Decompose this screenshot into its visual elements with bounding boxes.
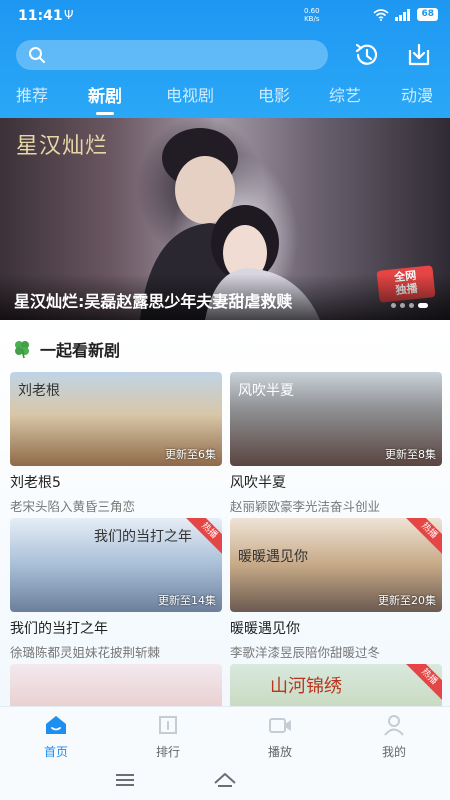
history-button[interactable] <box>352 40 382 70</box>
carousel-dot <box>391 303 396 308</box>
thumbnail-art-text: 暖暖遇见你 <box>238 549 308 565</box>
thumbnail-art-text: 刘老根 <box>18 383 60 399</box>
drama-title: 暖暖遇见你 <box>230 621 300 637</box>
wifi-icon <box>373 8 389 21</box>
carousel-dot <box>409 303 414 308</box>
system-nav-bar <box>0 762 450 800</box>
carousel-dot-active <box>418 303 428 308</box>
thumbnail-art-text: 我们的当打之年 <box>94 529 192 545</box>
clover-icon <box>15 341 29 359</box>
drama-card[interactable]: 风吹半夏 更新至8集 风吹半夏 赵丽颖欧豪李光洁奋斗创业 <box>230 372 442 515</box>
tab-recommend[interactable]: 推荐 <box>16 82 48 106</box>
menu-icon[interactable] <box>114 772 136 788</box>
banner-caption-bar: 星汉灿烂:吴磊赵露思少年夫妻甜虐救赎 <box>0 274 450 320</box>
category-tabs: 推荐 新剧 电视剧 电影 综艺 动漫 <box>0 80 450 115</box>
ranking-icon <box>159 716 177 734</box>
drama-card[interactable]: 暖暖遇见你 热播 更新至20集 暖暖遇见你 李歌洋漆昱辰陪你甜暖过冬 <box>230 518 442 661</box>
drama-description: 老宋头陷入黄昏三角恋 <box>10 499 136 514</box>
drama-title: 我们的当打之年 <box>10 621 108 637</box>
hot-badge: 热播 <box>404 664 442 702</box>
episode-badge: 更新至6集 <box>165 448 216 461</box>
download-button[interactable] <box>404 40 434 70</box>
banner-logo-text: 星汉灿烂 <box>16 134 109 159</box>
thumbnail-art-text: 山河锦绣 <box>270 676 342 697</box>
nav-profile-label: 我的 <box>381 745 406 759</box>
nav-play[interactable]: 播放 <box>240 713 320 760</box>
signal-icon <box>395 8 411 21</box>
drama-thumbnail: 暖暖遇见你 热播 更新至20集 <box>230 518 442 612</box>
nav-profile[interactable]: 我的 <box>354 713 434 760</box>
net-speed: 0.60 KB/s <box>304 7 320 23</box>
drama-thumbnail: 刘老根 更新至6集 <box>10 372 222 466</box>
net-speed-unit: KB/s <box>304 15 320 23</box>
tab-anime[interactable]: 动漫 <box>401 82 433 106</box>
episode-badge: 更新至20集 <box>378 594 436 607</box>
carousel-dot <box>400 303 405 308</box>
net-speed-value: 0.60 <box>304 7 320 15</box>
hero-banner[interactable]: 星汉灿烂 全网 独播 星汉灿烂:吴磊赵露思少年夫妻甜虐救赎 <box>0 118 450 320</box>
home-icon <box>46 716 66 734</box>
banner-caption: 星汉灿烂:吴磊赵露思少年夫妻甜虐救赎 <box>14 292 293 311</box>
nav-ranking-label: 排行 <box>155 745 180 759</box>
usb-icon: Ψ <box>64 8 74 22</box>
home-nav-icon[interactable] <box>213 771 237 789</box>
tab-new-drama[interactable]: 新剧 <box>88 82 122 115</box>
history-icon <box>355 43 378 65</box>
top-header: 11:41 Ψ 0.60 KB/s 68 推荐 新剧 电视剧 电影 综艺 动漫 <box>0 0 450 118</box>
new-drama-section: 一起看新剧 刘老根 更新至6集 刘老根5 老宋头陷入黄昏三角恋 风吹半夏 更新至… <box>0 320 450 758</box>
episode-badge: 更新至14集 <box>158 594 216 607</box>
nav-play-label: 播放 <box>267 745 292 759</box>
drama-thumbnail: 风吹半夏 更新至8集 <box>230 372 442 466</box>
drama-thumbnail: 我们的当打之年 热播 更新至14集 <box>10 518 222 612</box>
section-title: 一起看新剧 <box>40 341 121 360</box>
tab-variety[interactable]: 综艺 <box>329 82 361 106</box>
nav-home-label: 首页 <box>43 745 68 759</box>
search-bar[interactable] <box>16 40 328 70</box>
nav-ranking[interactable]: 排行 <box>128 713 208 760</box>
tab-movies[interactable]: 电影 <box>258 82 290 106</box>
drama-description: 赵丽颖欧豪李光洁奋斗创业 <box>230 499 381 514</box>
user-icon <box>384 715 404 736</box>
search-icon <box>29 47 45 63</box>
drama-title: 刘老根5 <box>10 475 61 491</box>
nav-home[interactable]: 首页 <box>16 713 96 760</box>
video-icon <box>269 718 291 733</box>
bottom-navigation: 首页 排行 播放 我的 <box>0 706 450 763</box>
carousel-dots <box>391 303 428 308</box>
hot-badge: 热播 <box>404 518 442 556</box>
status-bar: 11:41 Ψ 0.60 KB/s 68 <box>0 0 450 32</box>
battery-indicator: 68 <box>417 8 438 21</box>
drama-card[interactable]: 我们的当打之年 热播 更新至14集 我们的当打之年 徐璐陈都灵姐妹花披荆斩棘 <box>10 518 222 661</box>
drama-description: 徐璐陈都灵姐妹花披荆斩棘 <box>10 645 161 660</box>
episode-badge: 更新至8集 <box>385 448 436 461</box>
status-icons: 68 <box>373 8 438 21</box>
tab-tv-series[interactable]: 电视剧 <box>166 82 214 106</box>
thumbnail-art-text: 风吹半夏 <box>238 383 294 399</box>
drama-description: 李歌洋漆昱辰陪你甜暖过冬 <box>230 645 381 660</box>
download-icon <box>408 43 430 66</box>
status-time: 11:41 <box>18 8 63 24</box>
section-header: 一起看新剧 <box>12 337 120 361</box>
drama-card[interactable]: 刘老根 更新至6集 刘老根5 老宋头陷入黄昏三角恋 <box>10 372 222 515</box>
drama-title: 风吹半夏 <box>230 475 286 491</box>
